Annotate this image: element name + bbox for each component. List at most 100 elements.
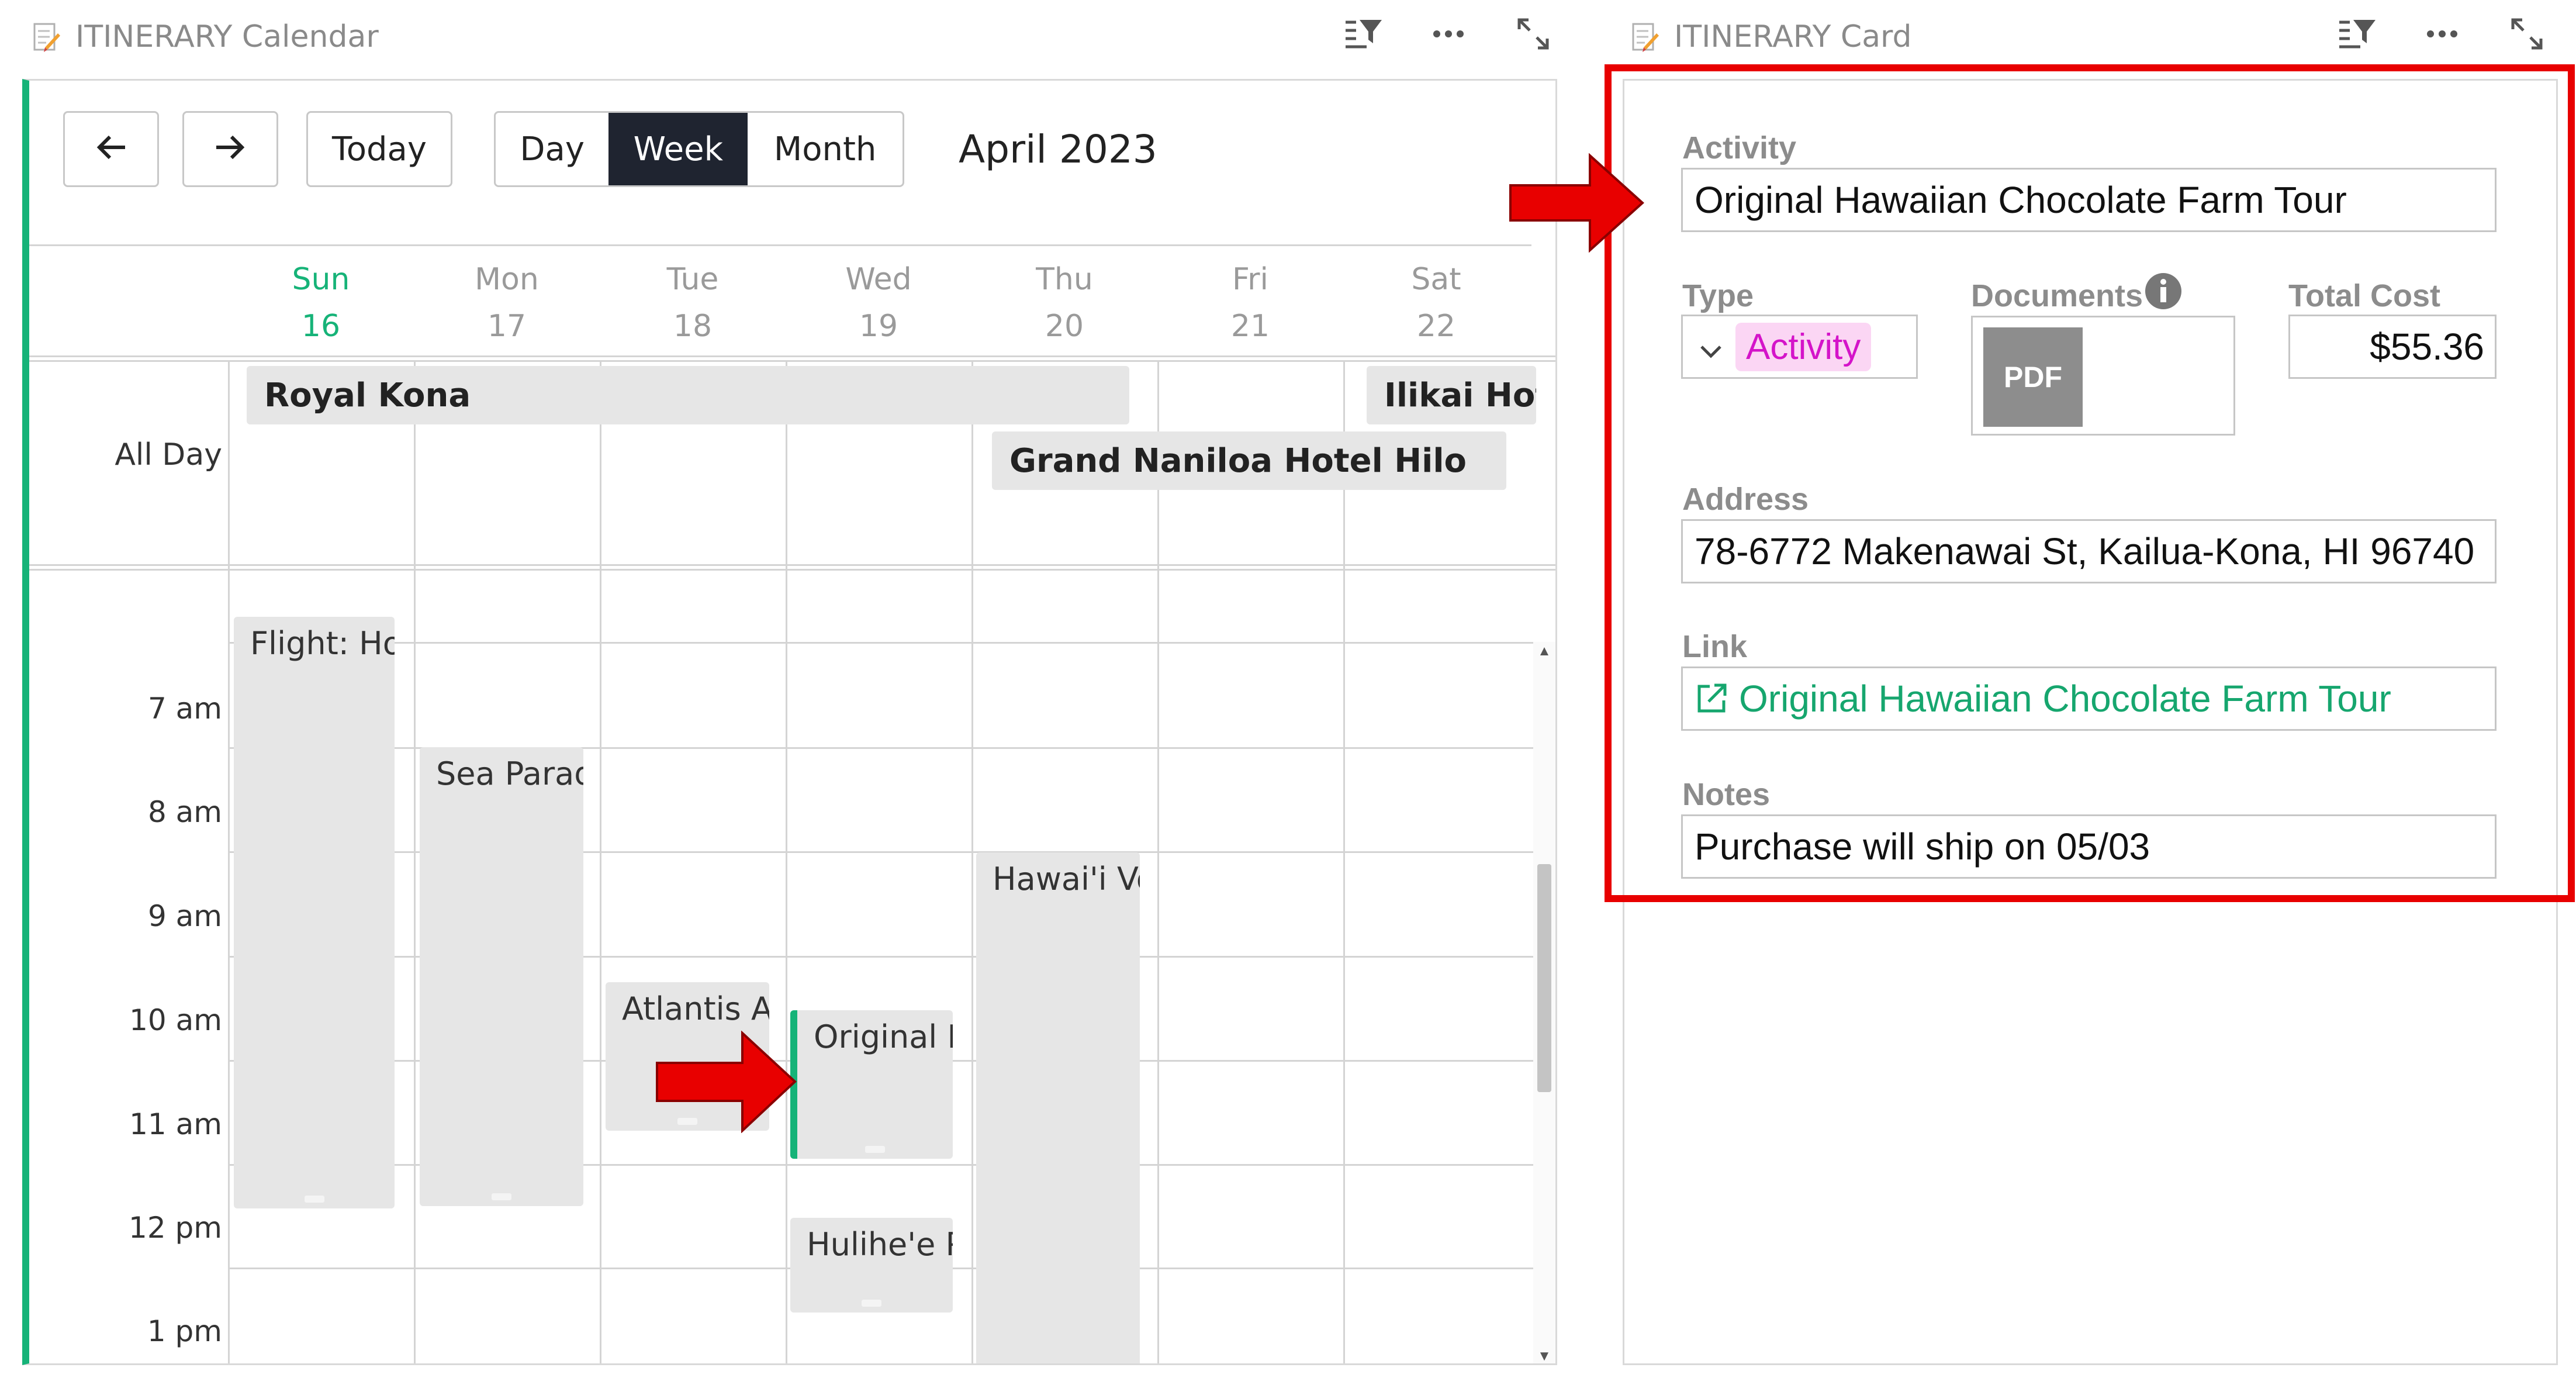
day-header-fri[interactable]: Fri 21 (1157, 256, 1343, 350)
day-header-thu[interactable]: Thu 20 (971, 256, 1157, 350)
time-label: 1 pm (147, 1314, 222, 1348)
event-title: Atlantis Adventures (622, 990, 769, 1027)
day-header-mon[interactable]: Mon 17 (414, 256, 600, 350)
day-column-line (971, 360, 973, 1363)
arrow-right-icon (215, 130, 246, 168)
divider (29, 564, 1555, 566)
day-name: Tue (666, 262, 719, 297)
total-cost-field[interactable]: $55.36 (2288, 315, 2497, 379)
day-date: 17 (487, 309, 527, 344)
scroll-down-icon[interactable]: ▼ (1533, 1348, 1555, 1363)
day-name: Wed (845, 262, 912, 297)
pdf-file-icon[interactable]: PDF (1983, 327, 2083, 427)
resize-handle[interactable] (865, 1146, 885, 1153)
info-icon[interactable] (2144, 272, 2183, 313)
time-label: 9 am (147, 899, 222, 933)
day-name: Fri (1232, 262, 1268, 297)
day-name: Sun (292, 262, 350, 297)
view-week-button[interactable]: Week (608, 113, 748, 185)
day-header-wed[interactable]: Wed 19 (786, 256, 971, 350)
view-day-button[interactable]: Day (496, 113, 608, 185)
event-sea-paradise[interactable]: Sea Paradise (420, 747, 583, 1206)
event-title: Original Hawaiian Chocolate Farm Tour (814, 1018, 953, 1055)
calendar-title-text: ITINERARY Calendar (75, 19, 379, 54)
activity-label: Activity (1682, 130, 1797, 165)
external-link-icon (1695, 682, 1728, 716)
today-button[interactable]: Today (306, 111, 452, 187)
sort-filter-icon[interactable] (2315, 11, 2399, 57)
day-name: Thu (1036, 262, 1093, 297)
calendar-widget-toolbar (1321, 11, 1575, 57)
day-column-line (1157, 360, 1159, 1363)
day-date: 20 (1045, 309, 1084, 344)
divider (29, 360, 1555, 362)
total-cost-label: Total Cost (2288, 278, 2440, 313)
divider (29, 355, 1555, 357)
day-column-line (414, 360, 416, 1363)
type-label: Type (1682, 278, 1754, 313)
view-switcher: Day Week Month (494, 111, 904, 187)
next-week-button[interactable] (182, 111, 278, 187)
day-column-line (786, 360, 787, 1363)
calendar-widget-title: ITINERARY Calendar (32, 16, 379, 57)
event-huliheе-palace[interactable]: Hulihe'e Palace (790, 1218, 953, 1313)
card-widget-toolbar (2315, 11, 2569, 57)
address-field[interactable]: 78-6772 Makenawai St, Kailua-Kona, HI 96… (1681, 519, 2497, 583)
day-header-tue[interactable]: Tue 18 (600, 256, 786, 350)
event-title: Flight: Honolulu (250, 625, 395, 662)
day-date: 19 (859, 309, 898, 344)
event-flight[interactable]: Flight: Honolulu (234, 617, 395, 1208)
divider (29, 244, 1531, 246)
prev-week-button[interactable] (63, 111, 159, 187)
event-hawaii-volcanoes[interactable]: Hawai'i Volcanoes (976, 852, 1140, 1363)
link-field[interactable]: Original Hawaiian Chocolate Farm Tour (1681, 666, 2497, 731)
day-column-line (228, 360, 230, 1363)
event-title: Ilikai Hotel (1384, 376, 1536, 415)
vertical-scrollbar[interactable]: ▲ ▼ (1533, 642, 1555, 1363)
more-icon[interactable] (2399, 11, 2484, 57)
day-date: 16 (301, 309, 341, 344)
all-day-event-royal-kona[interactable]: Royal Kona (247, 366, 1129, 424)
sort-filter-icon[interactable] (1321, 11, 1406, 57)
time-label: 12 pm (129, 1211, 222, 1245)
month-label: April 2023 (959, 127, 1157, 172)
activity-field[interactable]: Original Hawaiian Chocolate Farm Tour (1681, 168, 2497, 232)
scroll-up-icon[interactable]: ▲ (1533, 643, 1555, 659)
document-edit-icon (1631, 20, 1659, 53)
day-header-sat[interactable]: Sat 22 (1343, 256, 1529, 350)
more-icon[interactable] (1406, 11, 1491, 57)
resize-handle[interactable] (862, 1300, 881, 1307)
event-title: Royal Kona (264, 376, 471, 415)
view-month-button[interactable]: Month (748, 113, 903, 185)
event-title: Hawai'i Volcanoes (993, 861, 1140, 897)
day-header-sun[interactable]: Sun 16 (228, 256, 414, 350)
event-title: Hulihe'e Palace (807, 1226, 953, 1263)
chevron-down-icon (1699, 325, 1723, 368)
card-title-text: ITINERARY Card (1674, 19, 1912, 54)
link-text[interactable]: Original Hawaiian Chocolate Farm Tour (1739, 677, 2391, 720)
document-edit-icon (32, 20, 60, 53)
red-pointer-arrow (1509, 153, 1644, 253)
day-date: 21 (1230, 309, 1270, 344)
scrollbar-thumb[interactable] (1537, 864, 1551, 1092)
time-label: 7 am (147, 692, 222, 726)
expand-icon[interactable] (1491, 11, 1575, 57)
link-label: Link (1682, 629, 1748, 664)
day-date: 18 (673, 309, 713, 344)
day-date: 22 (1416, 309, 1456, 344)
all-day-event-grand-naniloa[interactable]: Grand Naniloa Hotel Hilo (992, 431, 1506, 490)
expand-icon[interactable] (2484, 11, 2569, 57)
type-chip: Activity (1735, 322, 1872, 371)
time-label: 10 am (129, 1003, 222, 1037)
type-select[interactable]: Activity (1681, 315, 1918, 379)
resize-handle[interactable] (492, 1193, 511, 1200)
all-day-event-ilikai[interactable]: Ilikai Hotel (1367, 366, 1536, 424)
documents-label: Documents (1971, 278, 2143, 313)
event-title: Grand Naniloa Hotel Hilo (1009, 441, 1467, 480)
resize-handle[interactable] (304, 1196, 324, 1203)
card-widget-title: ITINERARY Card (1631, 16, 1912, 57)
event-chocolate-farm-tour[interactable]: Original Hawaiian Chocolate Farm Tour (790, 1010, 953, 1159)
notes-label: Notes (1682, 777, 1771, 812)
notes-field[interactable]: Purchase will ship on 05/03 (1681, 814, 2497, 879)
day-name: Sat (1411, 262, 1461, 297)
